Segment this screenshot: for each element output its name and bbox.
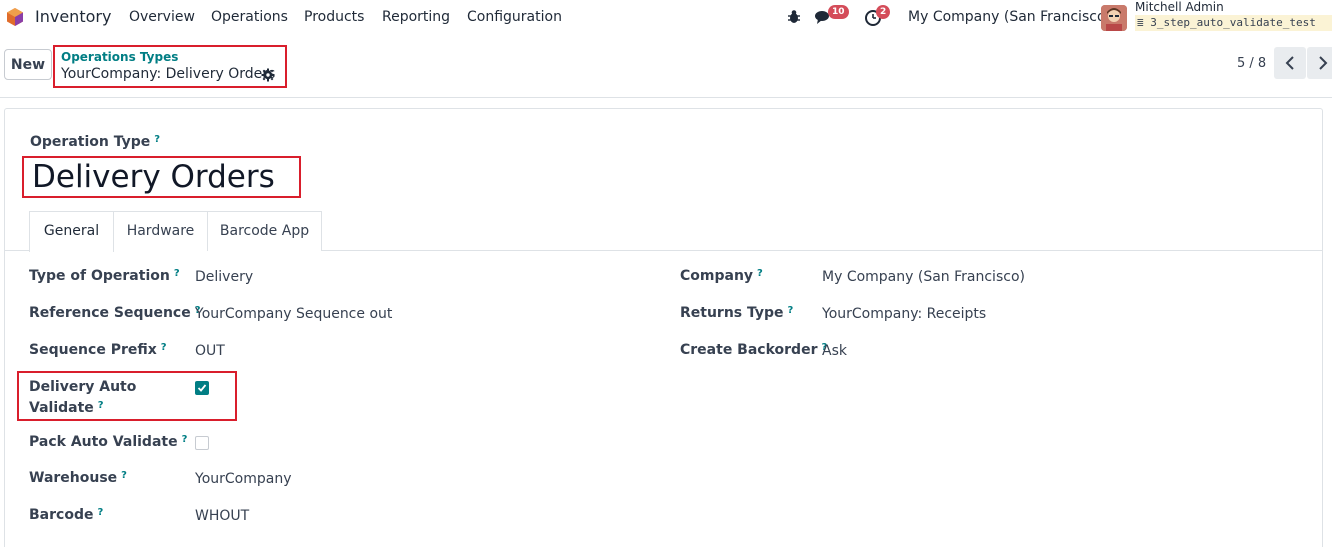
tab-hardware[interactable]: Hardware bbox=[113, 211, 208, 251]
menu-overview[interactable]: Overview bbox=[129, 9, 195, 25]
sequence-prefix-label: Sequence Prefix? bbox=[29, 342, 167, 358]
warehouse-field[interactable]: YourCompany bbox=[195, 471, 292, 487]
type-of-operation-field[interactable]: Delivery bbox=[195, 269, 253, 285]
warehouse-label-text: Warehouse bbox=[29, 470, 118, 486]
tab-general[interactable]: General bbox=[29, 211, 114, 252]
warehouse-label: Warehouse? bbox=[29, 470, 127, 486]
create-backorder-field[interactable]: Ask bbox=[822, 343, 847, 359]
operation-type-label: Operation Type? bbox=[30, 134, 160, 150]
menu-operations[interactable]: Operations bbox=[211, 9, 288, 25]
company-label-text: Company bbox=[680, 268, 754, 284]
menu-configuration[interactable]: Configuration bbox=[467, 9, 562, 25]
barcode-field[interactable]: WHOUT bbox=[195, 508, 249, 524]
activities-count-badge: 2 bbox=[876, 5, 891, 19]
barcode-label: Barcode? bbox=[29, 507, 103, 523]
messages-count-badge: 10 bbox=[828, 5, 849, 19]
operation-name-highlight: Delivery Orders bbox=[22, 156, 301, 198]
create-backorder-label-text: Create Backorder bbox=[680, 342, 818, 358]
sequence-prefix-field[interactable]: OUT bbox=[195, 343, 225, 359]
delivery-auto-validate-label: Delivery Auto bbox=[29, 379, 137, 395]
delivery-auto-validate-label-line2: Validate? bbox=[29, 400, 104, 416]
reference-sequence-label: Reference Sequence? bbox=[29, 305, 201, 321]
company-field[interactable]: My Company (San Francisco) bbox=[822, 269, 1025, 285]
breadcrumb: Operations Types YourCompany: Delivery O… bbox=[53, 45, 287, 88]
inventory-app-icon[interactable] bbox=[5, 7, 25, 27]
user-avatar-image bbox=[1101, 5, 1127, 31]
company-switcher[interactable]: My Company (San Francisco) bbox=[908, 9, 1111, 25]
type-of-operation-label-text: Type of Operation bbox=[29, 268, 170, 284]
user-name[interactable]: Mitchell Admin bbox=[1135, 0, 1224, 14]
menu-products[interactable]: Products bbox=[304, 9, 364, 25]
form-sheet: Operation Type? Delivery Orders General … bbox=[4, 108, 1323, 547]
pager-next-button[interactable] bbox=[1307, 47, 1332, 79]
delivery-auto-validate-label-line2-text: Validate bbox=[29, 400, 94, 416]
reference-sequence-field[interactable]: YourCompany Sequence out bbox=[195, 306, 392, 322]
sequence-prefix-label-text: Sequence Prefix bbox=[29, 342, 157, 358]
help-tooltip-icon[interactable]: ? bbox=[757, 268, 763, 279]
database-name-text: 3_step_auto_validate_test bbox=[1150, 16, 1316, 29]
operation-name-field[interactable]: Delivery Orders bbox=[32, 159, 275, 195]
checkmark-icon bbox=[197, 384, 207, 392]
help-tooltip-icon[interactable]: ? bbox=[98, 400, 104, 411]
menu-reporting[interactable]: Reporting bbox=[382, 9, 450, 25]
pack-auto-validate-label-text: Pack Auto Validate bbox=[29, 434, 178, 450]
help-tooltip-icon[interactable]: ? bbox=[97, 507, 103, 518]
help-tooltip-icon[interactable]: ? bbox=[121, 470, 127, 481]
help-tooltip-icon[interactable]: ? bbox=[788, 305, 794, 316]
pack-auto-validate-label: Pack Auto Validate? bbox=[29, 434, 187, 450]
help-tooltip-icon[interactable]: ? bbox=[182, 434, 188, 445]
type-of-operation-label: Type of Operation? bbox=[29, 268, 180, 284]
help-tooltip-icon[interactable]: ? bbox=[174, 268, 180, 279]
help-tooltip-icon[interactable]: ? bbox=[154, 134, 160, 145]
database-name: ≣ 3_step_auto_validate_test bbox=[1135, 15, 1332, 31]
reference-sequence-label-text: Reference Sequence bbox=[29, 305, 191, 321]
app-name[interactable]: Inventory bbox=[35, 7, 111, 26]
returns-type-label: Returns Type? bbox=[680, 305, 793, 321]
new-button[interactable]: New bbox=[4, 49, 52, 80]
pack-auto-validate-checkbox[interactable] bbox=[195, 436, 209, 450]
pager-previous-button[interactable] bbox=[1274, 47, 1306, 79]
user-avatar[interactable] bbox=[1101, 5, 1127, 31]
returns-type-field[interactable]: YourCompany: Receipts bbox=[822, 306, 986, 322]
breadcrumb-parent-link[interactable]: Operations Types bbox=[61, 50, 178, 64]
help-tooltip-icon[interactable]: ? bbox=[161, 342, 167, 353]
bug-icon[interactable] bbox=[785, 8, 803, 26]
tab-barcode-app[interactable]: Barcode App bbox=[207, 211, 322, 251]
chevron-right-icon bbox=[1319, 56, 1328, 70]
breadcrumb-current: YourCompany: Delivery Orders bbox=[61, 66, 276, 82]
returns-type-label-text: Returns Type bbox=[680, 305, 784, 321]
chevron-left-icon bbox=[1285, 56, 1294, 70]
company-label: Company? bbox=[680, 268, 763, 284]
create-backorder-label: Create Backorder? bbox=[680, 342, 827, 358]
barcode-label-text: Barcode bbox=[29, 507, 94, 523]
control-panel: New Operations Types YourCompany: Delive… bbox=[0, 34, 1332, 98]
form-tabs: General Hardware Barcode App bbox=[5, 211, 1322, 252]
operation-type-label-text: Operation Type bbox=[30, 134, 151, 150]
top-navbar: Inventory Overview Operations Products R… bbox=[0, 0, 1332, 34]
delivery-auto-validate-checkbox[interactable] bbox=[195, 381, 209, 395]
gear-icon[interactable] bbox=[261, 68, 275, 82]
pager-value[interactable]: 5 / 8 bbox=[1237, 56, 1266, 71]
